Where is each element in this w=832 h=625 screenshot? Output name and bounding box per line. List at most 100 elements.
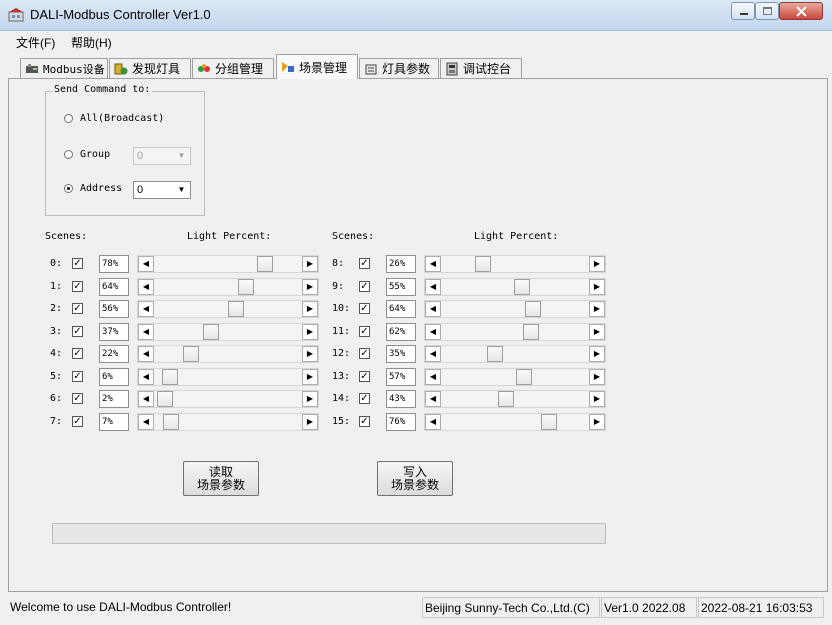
scene-light-slider[interactable]: ◀ ▶ bbox=[137, 390, 319, 408]
scene-light-slider[interactable]: ◀ ▶ bbox=[424, 390, 606, 408]
scroll-left-button[interactable]: ◀ bbox=[138, 324, 154, 340]
slider-thumb[interactable] bbox=[514, 279, 530, 295]
scene-percent-field[interactable]: 62% bbox=[386, 323, 416, 341]
scroll-right-button[interactable]: ▶ bbox=[302, 256, 318, 272]
tab-group-management[interactable]: 分组管理 bbox=[192, 58, 274, 78]
scene-light-slider[interactable]: ◀ ▶ bbox=[137, 345, 319, 363]
scene-enable-checkbox[interactable]: ✓ bbox=[72, 393, 83, 404]
scroll-right-button[interactable]: ▶ bbox=[589, 301, 605, 317]
scroll-right-button[interactable]: ▶ bbox=[589, 414, 605, 430]
scene-light-slider[interactable]: ◀ ▶ bbox=[424, 255, 606, 273]
scene-enable-checkbox[interactable]: ✓ bbox=[359, 416, 370, 427]
scroll-left-button[interactable]: ◀ bbox=[138, 279, 154, 295]
scene-percent-field[interactable]: 56% bbox=[99, 300, 129, 318]
scene-enable-checkbox[interactable]: ✓ bbox=[359, 348, 370, 359]
scene-percent-field[interactable]: 64% bbox=[99, 278, 129, 296]
scene-enable-checkbox[interactable]: ✓ bbox=[359, 258, 370, 269]
scroll-left-button[interactable]: ◀ bbox=[138, 414, 154, 430]
scroll-right-button[interactable]: ▶ bbox=[589, 391, 605, 407]
tab-debug-console[interactable]: 调试控台 bbox=[440, 58, 522, 78]
scene-percent-field[interactable]: 22% bbox=[99, 345, 129, 363]
radio-address[interactable] bbox=[64, 184, 73, 193]
scroll-right-button[interactable]: ▶ bbox=[302, 324, 318, 340]
scroll-left-button[interactable]: ◀ bbox=[425, 414, 441, 430]
scroll-right-button[interactable]: ▶ bbox=[302, 346, 318, 362]
scene-light-slider[interactable]: ◀ ▶ bbox=[137, 278, 319, 296]
slider-thumb[interactable] bbox=[162, 369, 178, 385]
scene-light-slider[interactable]: ◀ ▶ bbox=[137, 300, 319, 318]
scroll-left-button[interactable]: ◀ bbox=[425, 369, 441, 385]
scene-percent-field[interactable]: 37% bbox=[99, 323, 129, 341]
scene-light-slider[interactable]: ◀ ▶ bbox=[137, 255, 319, 273]
scene-percent-field[interactable]: 2% bbox=[99, 390, 129, 408]
scroll-right-button[interactable]: ▶ bbox=[302, 414, 318, 430]
slider-thumb[interactable] bbox=[498, 391, 514, 407]
write-scene-button[interactable]: 写入 场景参数 bbox=[377, 461, 453, 496]
scene-enable-checkbox[interactable]: ✓ bbox=[72, 258, 83, 269]
slider-thumb[interactable] bbox=[541, 414, 557, 430]
scroll-right-button[interactable]: ▶ bbox=[302, 301, 318, 317]
scene-enable-checkbox[interactable]: ✓ bbox=[359, 281, 370, 292]
scene-percent-field[interactable]: 64% bbox=[386, 300, 416, 318]
scene-percent-field[interactable]: 76% bbox=[386, 413, 416, 431]
scroll-left-button[interactable]: ◀ bbox=[425, 324, 441, 340]
scroll-left-button[interactable]: ◀ bbox=[138, 301, 154, 317]
slider-thumb[interactable] bbox=[157, 391, 173, 407]
slider-thumb[interactable] bbox=[257, 256, 273, 272]
scroll-left-button[interactable]: ◀ bbox=[425, 301, 441, 317]
tab-scene-management[interactable]: 场景管理 bbox=[276, 54, 358, 79]
scroll-right-button[interactable]: ▶ bbox=[589, 346, 605, 362]
slider-thumb[interactable] bbox=[228, 301, 244, 317]
scroll-right-button[interactable]: ▶ bbox=[589, 256, 605, 272]
scene-enable-checkbox[interactable]: ✓ bbox=[72, 416, 83, 427]
scene-enable-checkbox[interactable]: ✓ bbox=[359, 393, 370, 404]
tab-discover-lamps[interactable]: 发现灯具 bbox=[109, 58, 191, 78]
minimize-button[interactable] bbox=[731, 2, 755, 20]
slider-thumb[interactable] bbox=[487, 346, 503, 362]
scene-percent-field[interactable]: 6% bbox=[99, 368, 129, 386]
scene-percent-field[interactable]: 35% bbox=[386, 345, 416, 363]
scene-enable-checkbox[interactable]: ✓ bbox=[359, 371, 370, 382]
scroll-left-button[interactable]: ◀ bbox=[138, 346, 154, 362]
scene-light-slider[interactable]: ◀ ▶ bbox=[424, 300, 606, 318]
scene-light-slider[interactable]: ◀ ▶ bbox=[424, 368, 606, 386]
slider-thumb[interactable] bbox=[163, 414, 179, 430]
scroll-left-button[interactable]: ◀ bbox=[425, 391, 441, 407]
scene-light-slider[interactable]: ◀ ▶ bbox=[424, 323, 606, 341]
scroll-right-button[interactable]: ▶ bbox=[302, 369, 318, 385]
scene-percent-field[interactable]: 78% bbox=[99, 255, 129, 273]
slider-thumb[interactable] bbox=[203, 324, 219, 340]
scene-percent-field[interactable]: 43% bbox=[386, 390, 416, 408]
scene-enable-checkbox[interactable]: ✓ bbox=[72, 303, 83, 314]
scroll-right-button[interactable]: ▶ bbox=[302, 279, 318, 295]
scene-enable-checkbox[interactable]: ✓ bbox=[72, 348, 83, 359]
scene-percent-field[interactable]: 26% bbox=[386, 255, 416, 273]
radio-group[interactable] bbox=[64, 150, 73, 159]
scroll-right-button[interactable]: ▶ bbox=[302, 391, 318, 407]
slider-thumb[interactable] bbox=[183, 346, 199, 362]
scroll-left-button[interactable]: ◀ bbox=[138, 256, 154, 272]
menu-help[interactable]: 帮助(H) bbox=[71, 34, 112, 51]
scene-enable-checkbox[interactable]: ✓ bbox=[72, 371, 83, 382]
scene-light-slider[interactable]: ◀ ▶ bbox=[137, 413, 319, 431]
scroll-right-button[interactable]: ▶ bbox=[589, 369, 605, 385]
scene-light-slider[interactable]: ◀ ▶ bbox=[137, 368, 319, 386]
scroll-left-button[interactable]: ◀ bbox=[425, 279, 441, 295]
scene-light-slider[interactable]: ◀ ▶ bbox=[424, 278, 606, 296]
scroll-left-button[interactable]: ◀ bbox=[138, 391, 154, 407]
slider-thumb[interactable] bbox=[523, 324, 539, 340]
scene-percent-field[interactable]: 7% bbox=[99, 413, 129, 431]
scroll-right-button[interactable]: ▶ bbox=[589, 279, 605, 295]
maximize-button[interactable] bbox=[755, 2, 779, 20]
scene-percent-field[interactable]: 57% bbox=[386, 368, 416, 386]
menu-file[interactable]: 文件(F) bbox=[16, 34, 55, 51]
read-scene-button[interactable]: 读取 场景参数 bbox=[183, 461, 259, 496]
scene-enable-checkbox[interactable]: ✓ bbox=[359, 303, 370, 314]
scroll-left-button[interactable]: ◀ bbox=[138, 369, 154, 385]
slider-thumb[interactable] bbox=[525, 301, 541, 317]
close-button[interactable] bbox=[779, 2, 823, 20]
scroll-left-button[interactable]: ◀ bbox=[425, 346, 441, 362]
scene-enable-checkbox[interactable]: ✓ bbox=[72, 326, 83, 337]
scene-light-slider[interactable]: ◀ ▶ bbox=[424, 413, 606, 431]
address-select[interactable]: 0 ▼ bbox=[133, 181, 191, 199]
